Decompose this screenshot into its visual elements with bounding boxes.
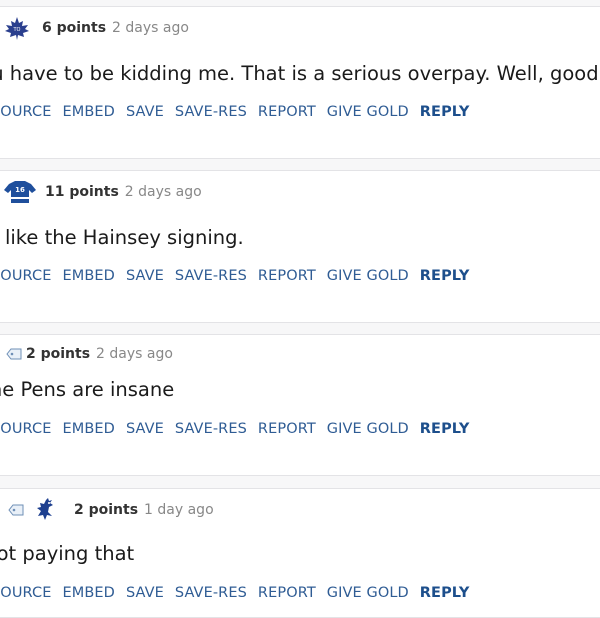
comment-actions: SOURCE EMBED SAVE SAVE-RES REPORT GIVE G…	[0, 265, 480, 287]
report-link[interactable]: REPORT	[258, 421, 316, 437]
save-link[interactable]: SAVE	[126, 268, 164, 284]
give-gold-link[interactable]: GIVE GOLD	[327, 268, 409, 284]
comment-meta: 16 11 points 2 days ago	[0, 180, 202, 204]
comment-body: Not paying that	[0, 542, 135, 565]
give-gold-link[interactable]: GIVE GOLD	[327, 585, 409, 601]
reply-link[interactable]: REPLY	[420, 585, 470, 601]
source-link[interactable]: SOURCE	[0, 421, 51, 437]
save-link[interactable]: SAVE	[126, 421, 164, 437]
reply-link[interactable]: REPLY	[420, 421, 470, 437]
save-res-link[interactable]: SAVE-RES	[175, 104, 247, 120]
embed-link[interactable]: EMBED	[62, 104, 114, 120]
comment-timestamp: 2 days ago	[96, 346, 173, 362]
comment-actions: SOURCE EMBED SAVE SAVE-RES REPORT GIVE G…	[0, 101, 480, 123]
reply-link[interactable]: REPLY	[420, 104, 470, 120]
give-gold-link[interactable]: GIVE GOLD	[327, 421, 409, 437]
save-link[interactable]: SAVE	[126, 585, 164, 601]
source-link[interactable]: SOURCE	[0, 104, 51, 120]
comment-2: 16 11 points 2 days ago I like the Hains…	[0, 170, 600, 323]
report-link[interactable]: REPORT	[258, 585, 316, 601]
save-link[interactable]: SAVE	[126, 104, 164, 120]
save-res-link[interactable]: SAVE-RES	[175, 421, 247, 437]
save-res-link[interactable]: SAVE-RES	[175, 585, 247, 601]
comment-body: You have to be kidding me. That is a ser…	[0, 62, 600, 85]
svg-text:16: 16	[15, 186, 25, 194]
source-link[interactable]: SOURCE	[0, 268, 51, 284]
source-link[interactable]: SOURCE	[0, 585, 51, 601]
comment-body: The Pens are insane	[0, 378, 175, 401]
comment-body: I like the Hainsey signing.	[0, 226, 244, 249]
embed-link[interactable]: EMBED	[62, 268, 114, 284]
comment-meta: TO 6 points 2 days ago	[0, 16, 189, 40]
comment-points: 2 points	[74, 502, 139, 518]
maple-leaf-icon: TO	[2, 16, 32, 40]
jersey-16-icon: 16	[3, 180, 37, 204]
comment-timestamp: 2 days ago	[124, 184, 202, 200]
embed-link[interactable]: EMBED	[62, 585, 114, 601]
save-res-link[interactable]: SAVE-RES	[175, 268, 247, 284]
comment-timestamp: 1 day ago	[144, 502, 214, 518]
comment-points: 6 points	[42, 20, 107, 36]
report-link[interactable]: REPORT	[258, 268, 316, 284]
comment-timestamp: 2 days ago	[112, 20, 189, 36]
comment-points: 2 points	[26, 346, 91, 362]
report-link[interactable]: REPORT	[258, 104, 316, 120]
rooster-icon	[34, 498, 56, 522]
comment-meta: 2 points 2 days ago	[0, 342, 173, 366]
tag-icon	[6, 348, 22, 360]
svg-text:TO: TO	[13, 27, 21, 33]
comment-3: 2 points 2 days ago The Pens are insane …	[0, 334, 600, 476]
give-gold-link[interactable]: GIVE GOLD	[327, 104, 409, 120]
comment-actions: SOURCE EMBED SAVE SAVE-RES REPORT GIVE G…	[0, 418, 480, 440]
reply-link[interactable]: REPLY	[420, 268, 470, 284]
tag-icon	[8, 504, 24, 516]
comment-4: 2 points 1 day ago Not paying that SOURC…	[0, 488, 600, 618]
comment-points: 11 points	[45, 184, 119, 200]
embed-link[interactable]: EMBED	[62, 421, 114, 437]
comment-actions: SOURCE EMBED SAVE SAVE-RES REPORT GIVE G…	[0, 582, 480, 604]
comment-meta: 2 points 1 day ago	[0, 498, 214, 522]
comment-1: TO 6 points 2 days ago You have to be ki…	[0, 6, 600, 159]
